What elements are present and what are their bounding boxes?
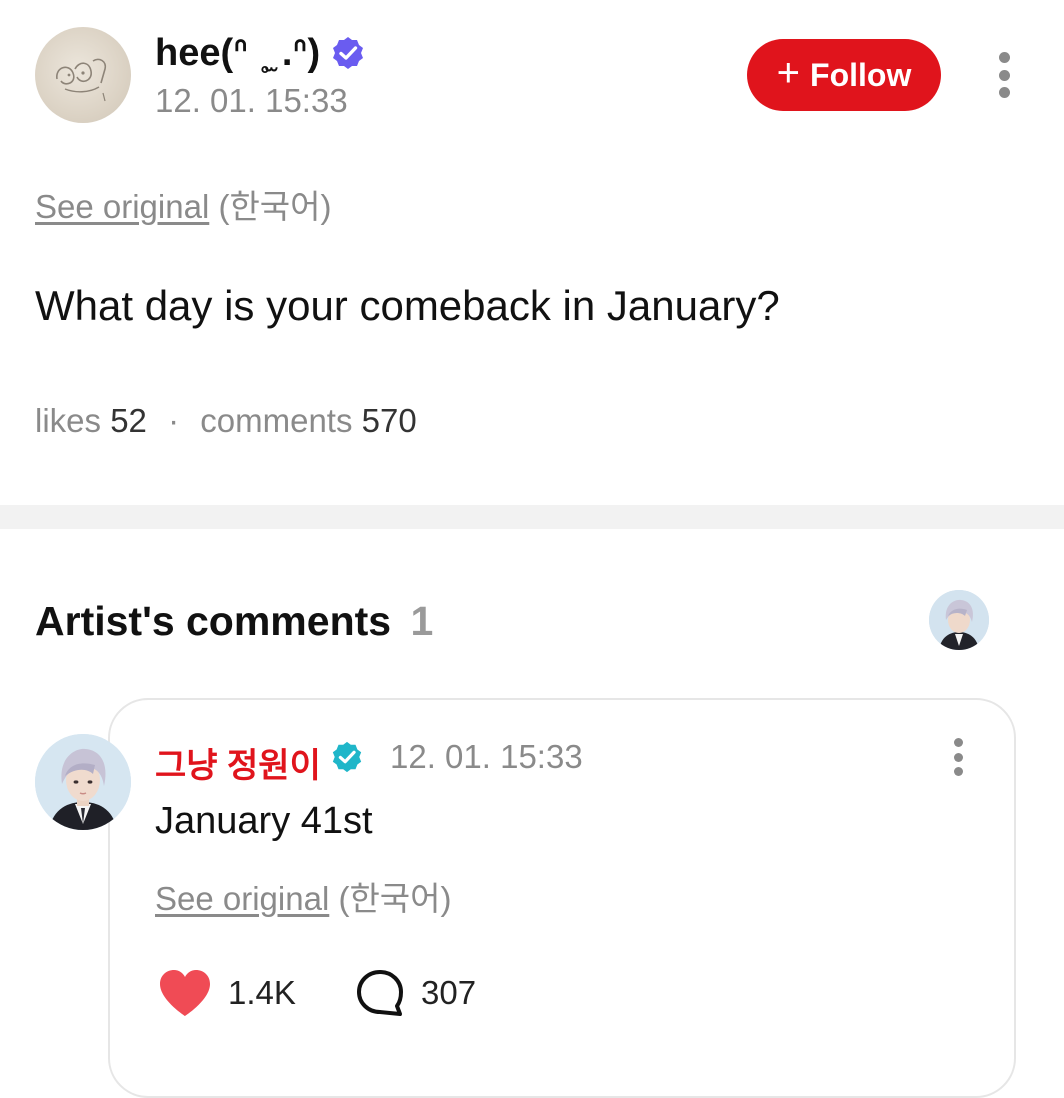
see-original-post: See original (한국어)	[35, 180, 332, 228]
comments-count[interactable]: 570	[362, 402, 417, 439]
comment-bubble-icon	[357, 970, 403, 1016]
more-vertical-icon[interactable]	[994, 52, 1014, 98]
verified-badge-icon	[333, 37, 363, 69]
original-language: (한국어)	[218, 188, 332, 225]
likes-count: 52	[110, 402, 147, 439]
see-original-link[interactable]: See original	[155, 880, 329, 917]
post-timestamp: 12. 01. 15:33	[155, 82, 348, 119]
comment-text: January 41st	[155, 800, 373, 842]
user-avatar-doodle	[56, 58, 107, 102]
like-count: 1.4K	[228, 974, 296, 1011]
reply-button[interactable]: 307	[355, 966, 476, 1020]
author-name[interactable]: hee(ᐢ ˳̫ .ᐢ)	[155, 30, 320, 75]
post-header: hee(ᐢ ˳̫ .ᐢ) 12. 01. 15:33 + Follow	[0, 0, 1064, 150]
stats-separator: ·	[168, 402, 180, 439]
comment-timestamp: 12. 01. 15:33	[390, 738, 583, 775]
like-button[interactable]: 1.4K	[158, 966, 296, 1020]
verified-badge-icon	[332, 741, 362, 773]
plus-icon: +	[776, 51, 801, 95]
likes-label: likes	[35, 402, 102, 439]
artist-avatar[interactable]	[35, 734, 131, 830]
section-divider	[0, 505, 1064, 529]
artist-mini-avatar[interactable]	[929, 590, 989, 650]
heart-icon	[160, 970, 210, 1016]
artist-avatar-image	[35, 734, 131, 830]
artist-name[interactable]: 그냥 정원이	[155, 738, 321, 787]
see-original-comment: See original (한국어)	[155, 872, 452, 920]
see-original-link[interactable]: See original	[35, 188, 209, 225]
post-stats: likes 52 · comments 570	[35, 402, 417, 440]
artist-comments-label: Artist's comments	[35, 598, 392, 644]
follow-label: Follow	[810, 56, 912, 93]
reply-count: 307	[421, 974, 477, 1011]
user-avatar[interactable]	[35, 27, 131, 123]
more-vertical-icon[interactable]	[948, 738, 968, 776]
artist-comments-title: Artist's comments 1	[35, 598, 433, 645]
artist-mini-avatar-image	[929, 590, 989, 650]
follow-button[interactable]: + Follow	[747, 39, 941, 111]
post-text: What day is your comeback in January?	[35, 282, 780, 329]
comments-label[interactable]: comments	[200, 402, 352, 439]
original-language: (한국어)	[338, 880, 452, 917]
artist-comments-count: 1	[410, 598, 434, 644]
